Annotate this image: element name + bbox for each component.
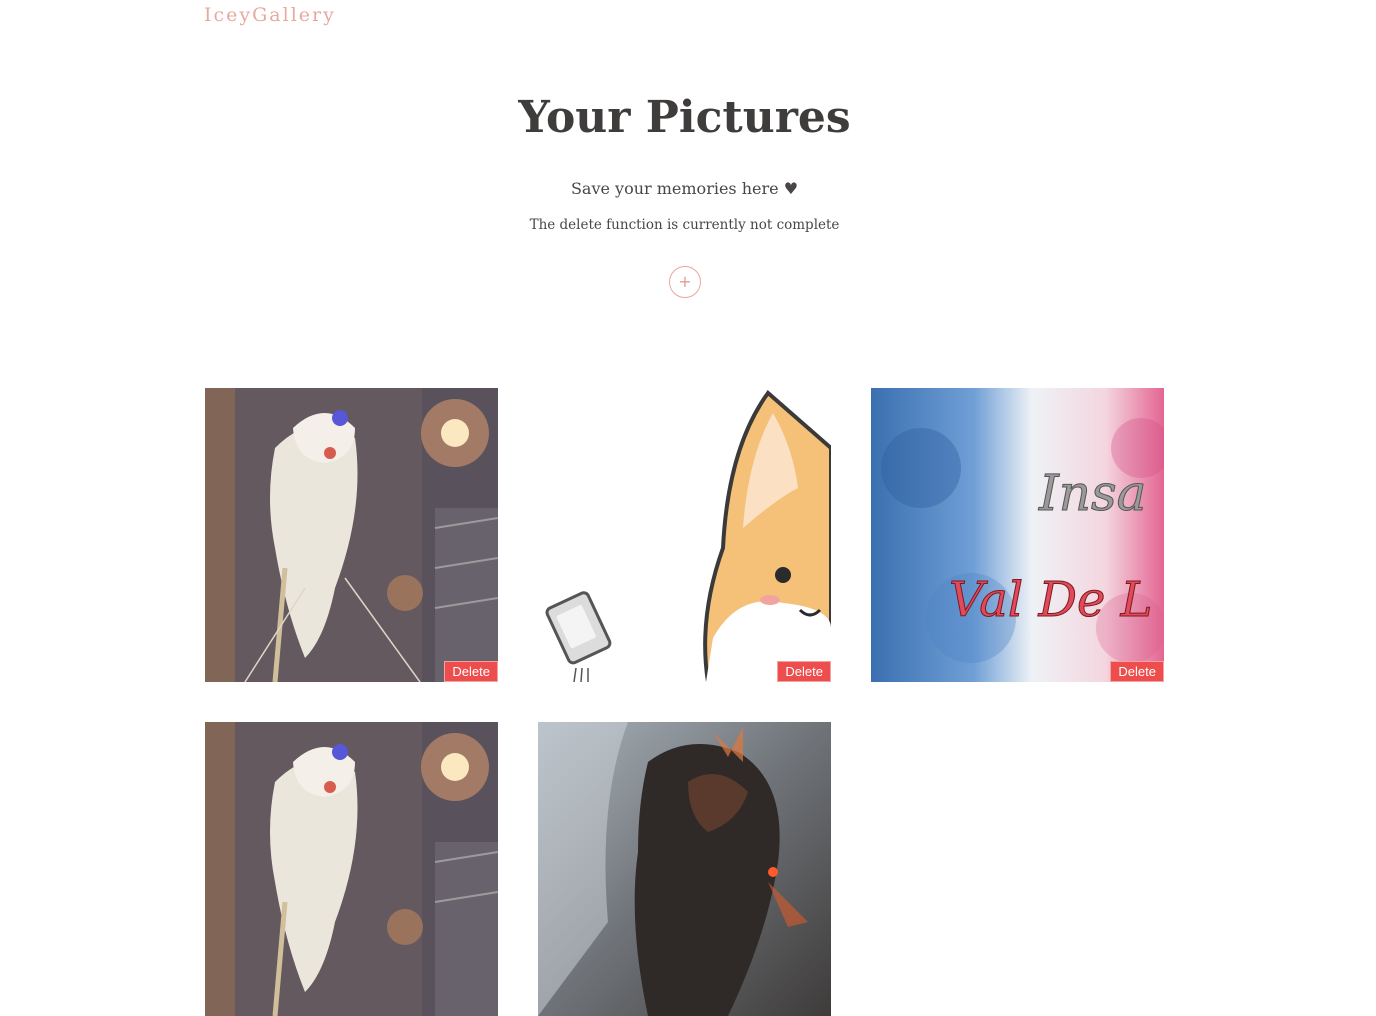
watercolor-art-image: Insa Val De L	[871, 388, 1164, 682]
gallery-item[interactable]: Delete	[205, 388, 498, 682]
art-text-val-de-loire: Val De L	[949, 572, 1153, 628]
brand-logo[interactable]: IceyGallery	[204, 4, 336, 26]
lion-dance-image	[205, 722, 498, 1016]
add-picture-button[interactable]: +	[669, 266, 701, 298]
gallery-item[interactable]	[205, 722, 498, 1016]
lion-dance-image	[205, 388, 498, 682]
page-title: Your Pictures	[518, 92, 851, 143]
dark-warrior-image	[538, 722, 831, 1016]
corgi-cartoon-image	[538, 388, 831, 682]
art-text-insa: Insa	[1038, 464, 1146, 522]
gallery-item[interactable]: Delete	[538, 388, 831, 682]
gallery-item[interactable]: Insa Val De L Delete	[871, 388, 1164, 682]
delete-button[interactable]: Delete	[777, 661, 831, 682]
delete-button[interactable]: Delete	[444, 661, 498, 682]
page-note: The delete function is currently not com…	[529, 217, 840, 233]
page-tagline: Save your memories here ♥	[570, 179, 799, 198]
hero-section: Your Pictures Save your memories here ♥ …	[0, 88, 1369, 235]
delete-button[interactable]: Delete	[1110, 661, 1164, 682]
gallery-item[interactable]	[538, 722, 831, 1016]
